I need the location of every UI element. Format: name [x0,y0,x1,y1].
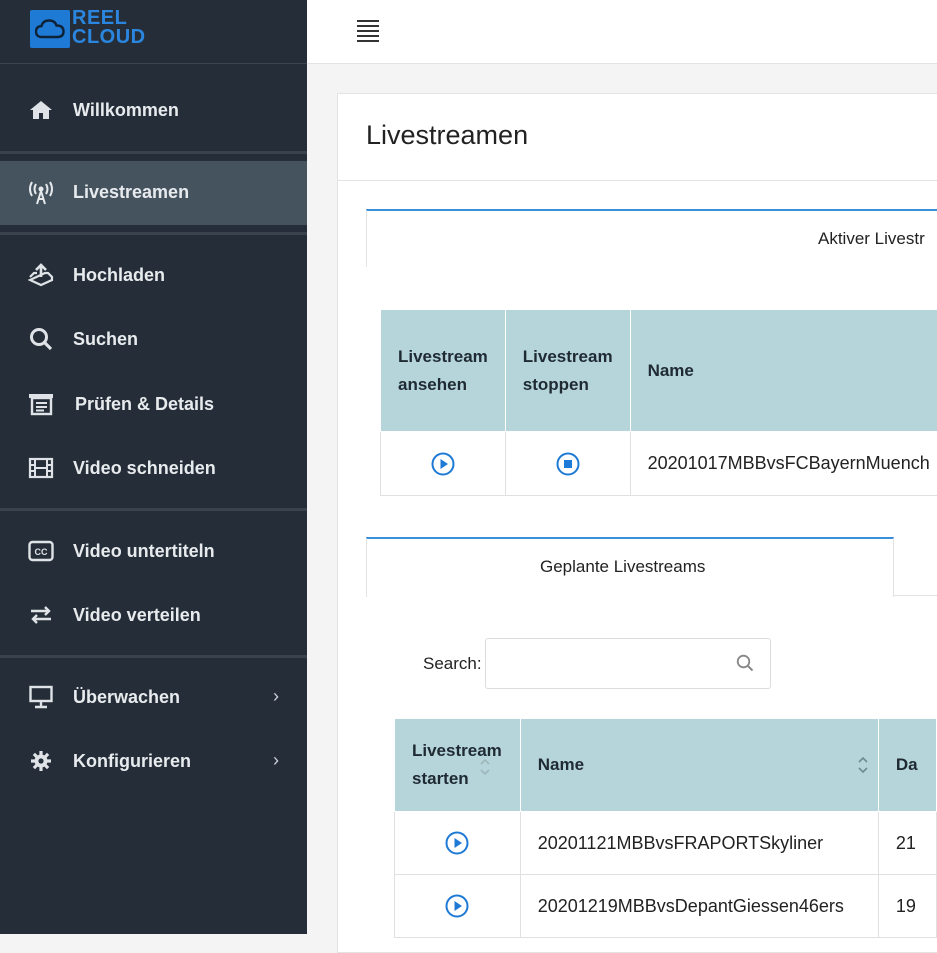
play-circle-icon[interactable] [445,894,469,918]
closed-captions-icon: CC [28,538,54,564]
tab-scheduled-livestreams-label[interactable]: Geplante Livestreams [540,557,705,577]
tab-active-livestream-label[interactable]: Aktiver Livestr [818,229,925,249]
column-header[interactable]: Livestream stoppen [505,310,630,432]
watch-livestream-cell [381,432,506,496]
brand-name: REEL CLOUD [72,9,146,47]
sort-icon[interactable] [857,754,869,776]
sidebar: REEL CLOUD Willkommen Livestreamen [0,0,307,934]
broadcast-tower-icon [28,180,54,206]
sort-icon[interactable] [479,756,491,778]
search-label: Search: [423,654,482,674]
table-row: 20201121MBBvsFRAPORTSkyliner 21 [395,812,937,875]
brand-line-2: CLOUD [72,28,146,47]
tab-bar-line [894,595,937,596]
brand-header[interactable]: REEL CLOUD [0,0,307,64]
column-header-start[interactable]: Livestream starten [395,719,521,812]
sidebar-item-label: Suchen [73,329,138,350]
column-header-name[interactable]: Name [520,719,878,812]
clipboard-list-icon [28,391,54,417]
start-livestream-cell [395,875,521,938]
film-icon [28,455,54,481]
column-header-date[interactable]: Da [878,719,936,812]
active-livestream-table: Livestream ansehen Livestream stoppen Na… [380,309,937,496]
sidebar-item-konfigurieren[interactable]: Konfigurieren › [0,733,307,789]
sidebar-item-label: Livestreamen [73,182,189,203]
search-input[interactable] [485,638,771,689]
sidebar-item-label: Willkommen [73,100,179,121]
livestream-name: 20201017MBBvsFCBayernMuench [630,432,937,496]
livestream-name: 20201121MBBvsFRAPORTSkyliner [520,812,878,875]
livestream-date: 19 [878,875,936,938]
sidebar-item-label: Überwachen [73,687,180,708]
livestream-name: 20201219MBBvsDepantGiessen46ers [520,875,878,938]
sidebar-item-willkommen[interactable]: Willkommen [0,82,307,138]
sidebar-item-label: Video untertiteln [73,541,215,562]
sidebar-divider [0,232,307,235]
upload-tray-icon [28,262,54,288]
column-header[interactable]: Livestream ansehen [381,310,506,432]
sidebar-item-livestreamen[interactable]: Livestreamen [0,161,307,225]
stop-livestream-cell [505,432,630,496]
sidebar-item-ueberwachen[interactable]: Überwachen › [0,669,307,725]
sidebar-item-video-schneiden[interactable]: Video schneiden [0,440,307,496]
chevron-right-icon: › [273,686,279,707]
sidebar-item-label: Konfigurieren [73,751,191,772]
sidebar-divider [0,151,307,154]
monitor-icon [28,684,54,710]
sidebar-item-label: Prüfen & Details [75,394,214,415]
svg-text:CC: CC [35,547,48,557]
table-row: 20201017MBBvsFCBayernMuench [381,432,937,496]
table-header-row: Livestream ansehen Livestream stoppen Na… [381,310,937,432]
scheduled-livestreams-table: Livestream starten Name Da 20201121MBBvs… [394,718,937,938]
column-header-label: Name [538,755,584,774]
title-divider [337,180,937,181]
search-icon [28,326,54,352]
sidebar-item-label: Video verteilen [73,605,201,626]
gear-icon [28,748,54,774]
sidebar-divider [0,655,307,658]
cloud-logo-icon [30,10,70,48]
column-header[interactable]: Name [630,310,937,432]
sidebar-item-video-verteilen[interactable]: Video verteilen [0,587,307,643]
sidebar-item-suchen[interactable]: Suchen [0,311,307,367]
sidebar-item-pruefen-details[interactable]: Prüfen & Details [0,376,307,432]
sidebar-divider [0,508,307,511]
stop-circle-icon[interactable] [556,452,580,476]
start-livestream-cell [395,812,521,875]
top-bar [307,0,937,64]
chevron-right-icon: › [273,750,279,771]
sidebar-item-hochladen[interactable]: Hochladen [0,247,307,303]
play-circle-icon[interactable] [445,831,469,855]
search-icon [736,654,754,672]
exchange-arrows-icon [28,602,54,628]
home-icon [28,97,54,123]
table-row: 20201219MBBvsDepantGiessen46ers 19 [395,875,937,938]
table-header-row: Livestream starten Name Da [395,719,937,812]
livestream-date: 21 [878,812,936,875]
hamburger-menu-icon[interactable] [357,20,381,44]
play-circle-icon[interactable] [431,452,455,476]
sidebar-item-video-untertiteln[interactable]: CC Video untertiteln [0,523,307,579]
page-title: Livestreamen [366,120,528,151]
sidebar-item-label: Hochladen [73,265,165,286]
sidebar-item-label: Video schneiden [73,458,216,479]
